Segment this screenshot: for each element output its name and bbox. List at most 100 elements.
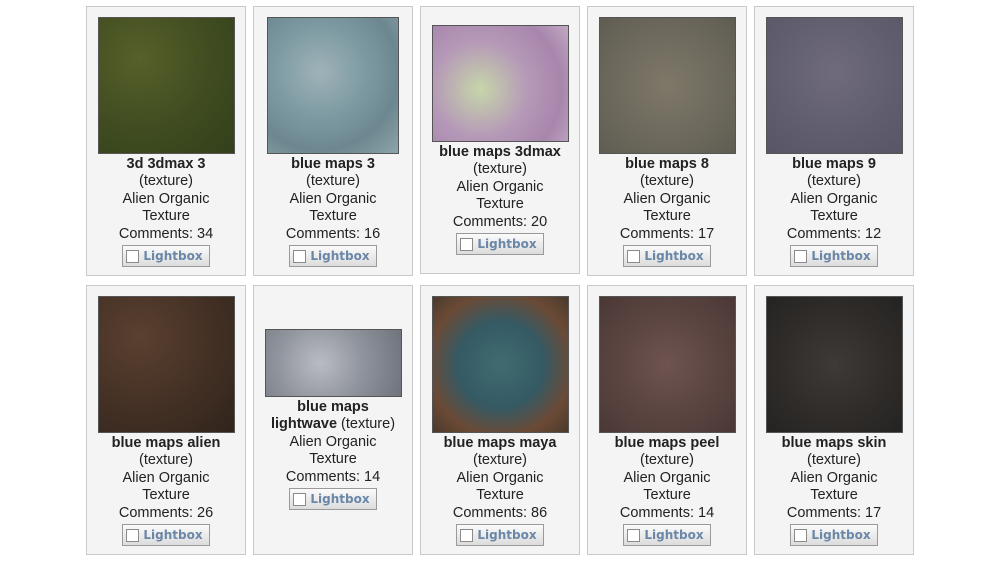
- texture-card: 3d 3dmax 3 (texture) Alien Organic Textu…: [86, 6, 246, 276]
- lightbox-label: Lightbox: [811, 249, 871, 263]
- card-comments[interactable]: Comments: 20: [453, 214, 547, 232]
- texture-thumbnail[interactable]: [267, 17, 399, 154]
- card-title[interactable]: blue maps maya: [444, 435, 557, 452]
- texture-card: blue maps 3dmax (texture) Alien Organic …: [420, 6, 580, 274]
- card-category-2[interactable]: Texture: [643, 208, 691, 226]
- card-title[interactable]: blue maps alien: [112, 435, 221, 452]
- lightbox-button[interactable]: Lightbox: [456, 524, 544, 546]
- texture-card: blue maps skin (texture) Alien Organic T…: [754, 285, 914, 555]
- lightbox-button[interactable]: Lightbox: [122, 524, 210, 546]
- lightbox-label: Lightbox: [310, 249, 370, 263]
- card-category[interactable]: Alien Organic: [456, 179, 543, 197]
- lightbox-button[interactable]: Lightbox: [790, 524, 878, 546]
- texture-thumbnail[interactable]: [765, 296, 903, 433]
- card-title[interactable]: 3d 3dmax 3: [127, 156, 206, 173]
- texture-thumbnail[interactable]: [431, 25, 569, 142]
- checkbox-icon[interactable]: [627, 249, 641, 263]
- card-category-2[interactable]: Texture: [810, 487, 858, 505]
- card-title-line-2: lightwave (texture): [271, 416, 395, 434]
- card-category-2[interactable]: Texture: [142, 208, 190, 226]
- card-comments[interactable]: Comments: 14: [286, 469, 380, 487]
- texture-thumbnail[interactable]: [431, 296, 569, 433]
- lightbox-label: Lightbox: [644, 249, 704, 263]
- card-title[interactable]: blue maps 9: [792, 156, 876, 173]
- texture-card: blue maps 9 (texture) Alien Organic Text…: [754, 6, 914, 276]
- texture-thumbnail[interactable]: [765, 17, 903, 154]
- texture-card: blue maps lightwave (texture) Alien Orga…: [253, 285, 413, 555]
- checkbox-icon[interactable]: [794, 249, 808, 263]
- card-comments[interactable]: Comments: 17: [620, 226, 714, 244]
- lightbox-label: Lightbox: [477, 237, 537, 251]
- texture-thumbnail[interactable]: [598, 296, 736, 433]
- card-category[interactable]: Alien Organic: [623, 470, 710, 488]
- texture-card: blue maps maya (texture) Alien Organic T…: [420, 285, 580, 555]
- texture-thumbnail[interactable]: [97, 296, 235, 433]
- lightbox-button[interactable]: Lightbox: [289, 488, 377, 510]
- card-comments[interactable]: Comments: 86: [453, 505, 547, 523]
- checkbox-icon[interactable]: [794, 528, 808, 542]
- card-title[interactable]: blue maps: [297, 399, 369, 416]
- card-category[interactable]: Alien Organic: [623, 191, 710, 209]
- checkbox-icon[interactable]: [126, 528, 140, 542]
- lightbox-label: Lightbox: [811, 528, 871, 542]
- card-type: (texture): [473, 452, 527, 468]
- card-category-2[interactable]: Texture: [309, 208, 357, 226]
- texture-card: blue maps 3 (texture) Alien Organic Text…: [253, 6, 413, 276]
- card-title[interactable]: blue maps 3dmax: [439, 144, 561, 161]
- card-comments[interactable]: Comments: 12: [787, 226, 881, 244]
- card-comments[interactable]: Comments: 14: [620, 505, 714, 523]
- card-comments[interactable]: Comments: 17: [787, 505, 881, 523]
- card-category[interactable]: Alien Organic: [122, 191, 209, 209]
- texture-card: blue maps alien (texture) Alien Organic …: [86, 285, 246, 555]
- card-type: (texture): [807, 173, 861, 189]
- lightbox-button[interactable]: Lightbox: [289, 245, 377, 267]
- card-type: (texture): [640, 452, 694, 468]
- card-category[interactable]: Alien Organic: [289, 434, 376, 452]
- texture-card: blue maps 8 (texture) Alien Organic Text…: [587, 6, 747, 276]
- lightbox-button[interactable]: Lightbox: [456, 233, 544, 255]
- texture-grid-row-2: blue maps alien (texture) Alien Organic …: [86, 285, 914, 555]
- lightbox-label: Lightbox: [477, 528, 537, 542]
- card-category[interactable]: Alien Organic: [790, 470, 877, 488]
- card-category[interactable]: Alien Organic: [790, 191, 877, 209]
- card-category-2[interactable]: Texture: [142, 487, 190, 505]
- card-type: (texture): [139, 173, 193, 189]
- card-title-cont[interactable]: lightwave: [271, 416, 337, 432]
- card-title[interactable]: blue maps 8: [625, 156, 709, 173]
- checkbox-icon[interactable]: [460, 237, 474, 251]
- lightbox-button[interactable]: Lightbox: [623, 524, 711, 546]
- card-category-2[interactable]: Texture: [643, 487, 691, 505]
- checkbox-icon[interactable]: [126, 249, 140, 263]
- card-type: (texture): [306, 173, 360, 189]
- lightbox-label: Lightbox: [644, 528, 704, 542]
- texture-thumbnail[interactable]: [97, 17, 235, 154]
- card-category[interactable]: Alien Organic: [122, 470, 209, 488]
- card-comments[interactable]: Comments: 16: [286, 226, 380, 244]
- card-type: (texture): [640, 173, 694, 189]
- card-comments[interactable]: Comments: 26: [119, 505, 213, 523]
- card-category-2[interactable]: Texture: [476, 487, 524, 505]
- lightbox-button[interactable]: Lightbox: [623, 245, 711, 267]
- card-category[interactable]: Alien Organic: [289, 191, 376, 209]
- checkbox-icon[interactable]: [460, 528, 474, 542]
- card-category-2[interactable]: Texture: [476, 196, 524, 214]
- card-type: (texture): [473, 161, 527, 177]
- lightbox-button[interactable]: Lightbox: [122, 245, 210, 267]
- checkbox-icon[interactable]: [627, 528, 641, 542]
- card-type: (texture): [139, 452, 193, 468]
- lightbox-button[interactable]: Lightbox: [790, 245, 878, 267]
- texture-card: blue maps peel (texture) Alien Organic T…: [587, 285, 747, 555]
- card-category[interactable]: Alien Organic: [456, 470, 543, 488]
- card-comments[interactable]: Comments: 34: [119, 226, 213, 244]
- card-category-2[interactable]: Texture: [810, 208, 858, 226]
- texture-thumbnail[interactable]: [264, 329, 402, 397]
- card-type: (texture): [807, 452, 861, 468]
- card-title[interactable]: blue maps peel: [615, 435, 720, 452]
- checkbox-icon[interactable]: [293, 492, 307, 506]
- card-title[interactable]: blue maps 3: [291, 156, 375, 173]
- card-type: (texture): [341, 416, 396, 432]
- card-title[interactable]: blue maps skin: [782, 435, 887, 452]
- checkbox-icon[interactable]: [293, 249, 307, 263]
- card-category-2[interactable]: Texture: [309, 451, 357, 469]
- texture-thumbnail[interactable]: [598, 17, 736, 154]
